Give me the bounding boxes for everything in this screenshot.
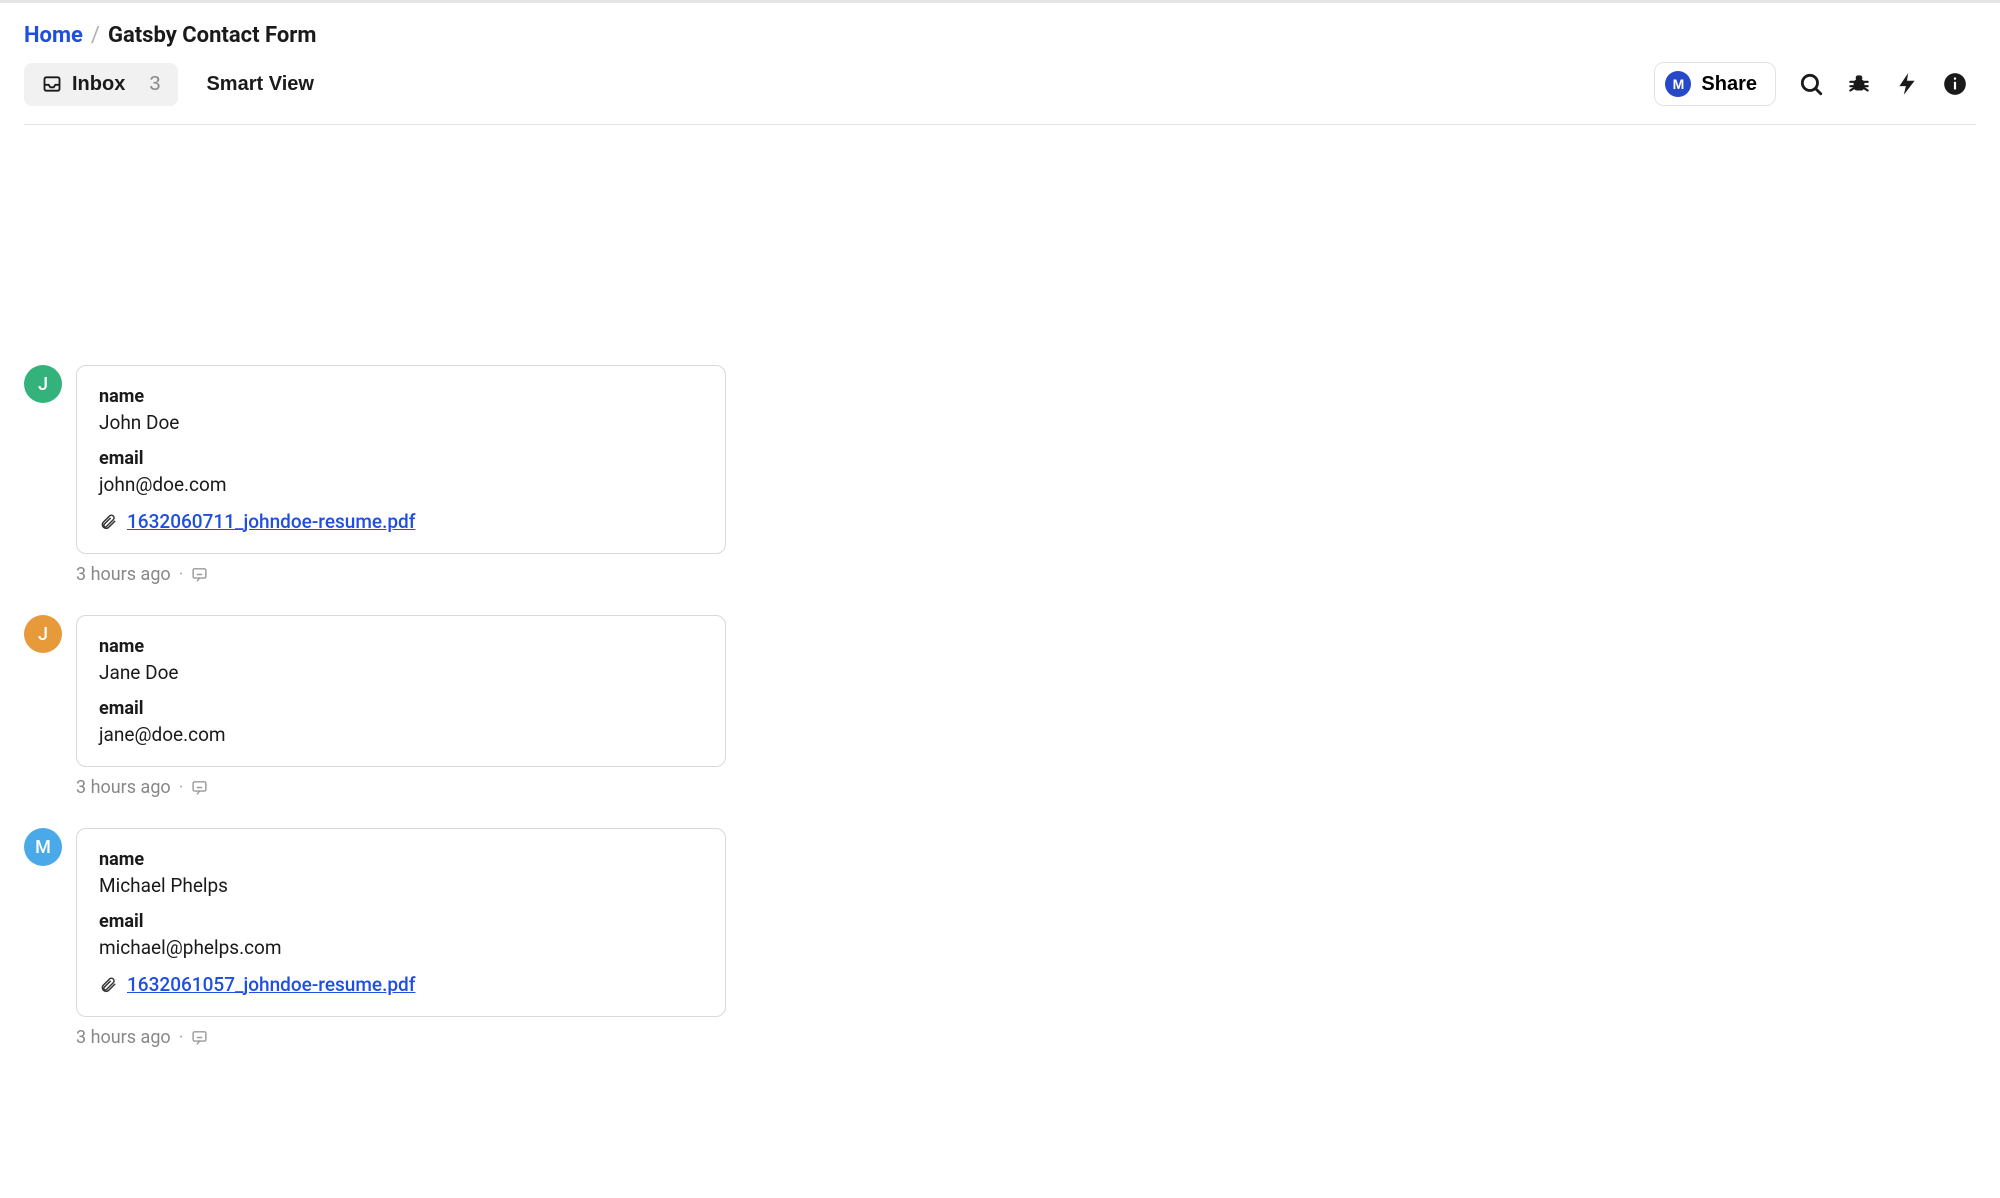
breadcrumb-separator: / [91, 23, 100, 48]
submission-card[interactable]: name John Doe email john@doe.com 1632060711_… [76, 365, 726, 554]
comment-icon[interactable] [191, 566, 208, 583]
inbox-count: 3 [135, 73, 160, 96]
inbox-tab[interactable]: Inbox 3 [24, 63, 178, 106]
search-button[interactable] [1798, 71, 1824, 97]
share-label: Share [1701, 73, 1757, 96]
smart-view-tab[interactable]: Smart View [188, 63, 331, 106]
field-label-name: name [99, 636, 703, 657]
attachment-link[interactable]: 1632060711_johndoe-resume.pdf [127, 510, 415, 533]
submission-card[interactable]: name Michael Phelps email michael@phelps.co… [76, 828, 726, 1017]
attachment-row: 1632060711_johndoe-resume.pdf [99, 510, 703, 533]
separator-dot: · [179, 1027, 184, 1048]
separator-dot: · [179, 777, 184, 798]
field-value-email: michael@phelps.com [99, 936, 703, 959]
actions-button[interactable] [1894, 71, 1920, 97]
field-label-name: name [99, 849, 703, 870]
submission-entry: Jname John Doe email john@doe.com 1632060711… [24, 365, 1976, 585]
attachment-link[interactable]: 1632061057_johndoe-resume.pdf [127, 973, 415, 996]
avatar: J [24, 365, 62, 403]
paperclip-icon [99, 513, 117, 531]
debug-button[interactable] [1846, 71, 1872, 97]
submission-entry: Mname Michael Phelps email michael@phelps.c… [24, 828, 1976, 1048]
submission-meta: 3 hours ago · [76, 1027, 726, 1048]
breadcrumb-home-link[interactable]: Home [24, 23, 83, 48]
breadcrumb: Home / Gatsby Contact Form [24, 23, 1976, 48]
avatar: M [24, 828, 62, 866]
field-value-email: john@doe.com [99, 473, 703, 496]
smart-view-label: Smart View [206, 73, 313, 96]
submission-card[interactable]: name Jane Doe email jane@doe.com [76, 615, 726, 767]
paperclip-icon [99, 976, 117, 994]
field-value-name: Michael Phelps [99, 874, 703, 897]
avatar: J [24, 615, 62, 653]
timestamp: 3 hours ago [76, 564, 171, 585]
breadcrumb-current: Gatsby Contact Form [108, 23, 316, 48]
info-icon [1942, 71, 1968, 97]
separator-dot: · [179, 564, 184, 585]
search-icon [1798, 71, 1824, 97]
field-value-name: Jane Doe [99, 661, 703, 684]
comment-icon[interactable] [191, 1029, 208, 1046]
field-label-email: email [99, 448, 703, 469]
bolt-icon [1894, 71, 1920, 97]
share-avatar: M [1665, 71, 1691, 97]
comment-icon[interactable] [191, 779, 208, 796]
field-value-name: John Doe [99, 411, 703, 434]
share-button[interactable]: M Share [1654, 62, 1776, 106]
submission-entry: Jname Jane Doe email jane@doe.com 3 hours ag… [24, 615, 1976, 798]
timestamp: 3 hours ago [76, 1027, 171, 1048]
attachment-row: 1632061057_johndoe-resume.pdf [99, 973, 703, 996]
field-value-email: jane@doe.com [99, 723, 703, 746]
field-label-name: name [99, 386, 703, 407]
inbox-label: Inbox [72, 73, 125, 96]
bug-icon [1846, 71, 1872, 97]
submission-meta: 3 hours ago · [76, 564, 726, 585]
timestamp: 3 hours ago [76, 777, 171, 798]
field-label-email: email [99, 911, 703, 932]
field-label-email: email [99, 698, 703, 719]
submission-meta: 3 hours ago · [76, 777, 726, 798]
inbox-icon [42, 74, 62, 94]
info-button[interactable] [1942, 71, 1968, 97]
